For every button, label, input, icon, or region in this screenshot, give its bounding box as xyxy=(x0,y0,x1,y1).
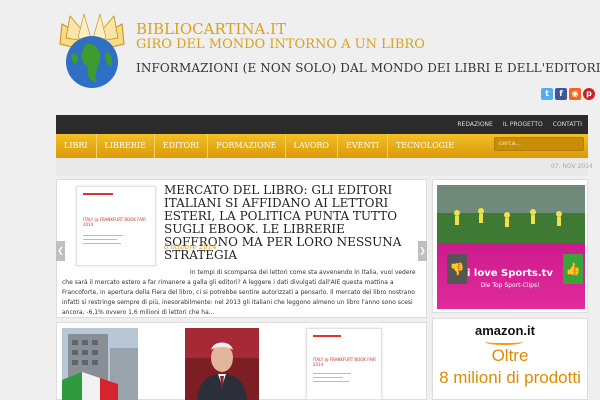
topbar-link-progetto[interactable]: IL PROGETTO xyxy=(503,121,543,128)
nav-item-formazione[interactable]: FORMAZIONE xyxy=(208,134,286,158)
site-title[interactable]: BIBLIOCARTINA.IT xyxy=(136,20,286,38)
slider-prev-button[interactable]: ❮ xyxy=(56,241,65,261)
nav-subbar xyxy=(56,158,588,176)
nav-item-lavoro[interactable]: LAVORO xyxy=(286,134,338,158)
site-logo[interactable] xyxy=(56,12,128,90)
sports-ad-video[interactable] xyxy=(437,185,585,309)
like-button[interactable]: 👍 xyxy=(563,254,583,284)
amazon-smile-icon xyxy=(485,339,523,345)
twitter-icon[interactable]: t xyxy=(541,88,553,100)
top-bar: REDAZIONE IL PROGETTO CONTATTI xyxy=(56,115,588,134)
amazon-logo: amazon.it xyxy=(475,323,535,338)
featured-thumbnail[interactable]: ITALY @ FRANKFURT BOOK FAIR 2014 xyxy=(76,186,156,266)
nav-item-tecnologie[interactable]: TECNOLOGIE xyxy=(388,134,462,158)
featured-excerpt: In tempi di scomparsa dei lettori come s… xyxy=(62,269,416,316)
nav-item-libri[interactable]: LIBRI xyxy=(56,134,97,158)
nav-item-eventi[interactable]: EVENTI xyxy=(338,134,388,158)
pinterest-icon[interactable]: p xyxy=(583,88,595,100)
site-subtitle: GIRO DEL MONDO INTORNO A UN LIBRO xyxy=(136,37,425,52)
featured-date: 8 ottobre 2014 xyxy=(164,243,217,251)
facebook-icon[interactable]: f xyxy=(555,88,567,100)
site-description: INFORMAZIONI (E NON SOLO) DAL MONDO DEI … xyxy=(136,61,600,75)
article-thumbnail-building[interactable] xyxy=(62,328,138,400)
article-thumbnail-portrait[interactable] xyxy=(185,328,259,400)
sports-ad-tagline: Die Top Sport-Clips! xyxy=(480,282,540,289)
nav-item-librerie[interactable]: LIBRERIE xyxy=(97,134,155,158)
thumbnail-title: ITALY @ FRANKFURT BOOK FAIR 2014 xyxy=(83,217,146,227)
search-input[interactable]: cerca... xyxy=(494,137,584,151)
topbar-link-redazione[interactable]: REDAZIONE xyxy=(457,121,492,128)
topbar-link-contatti[interactable]: CONTATTI xyxy=(553,121,582,128)
amazon-ad-line2: 8 milioni di prodotti xyxy=(439,368,581,387)
social-links: t f ◉ p xyxy=(541,88,595,100)
rss-icon[interactable]: ◉ xyxy=(569,88,581,100)
sports-ad-brand: i love Sports.tv xyxy=(467,268,553,279)
nav-item-editori[interactable]: EDITORI xyxy=(155,134,209,158)
amazon-ad-line1: Oltre xyxy=(491,346,529,365)
date-label: 07. NOV 2014 xyxy=(551,163,593,170)
article-thumbnail-document[interactable]: ITALY @ FRANKFURT BOOK FAIR 2014 xyxy=(306,328,382,400)
